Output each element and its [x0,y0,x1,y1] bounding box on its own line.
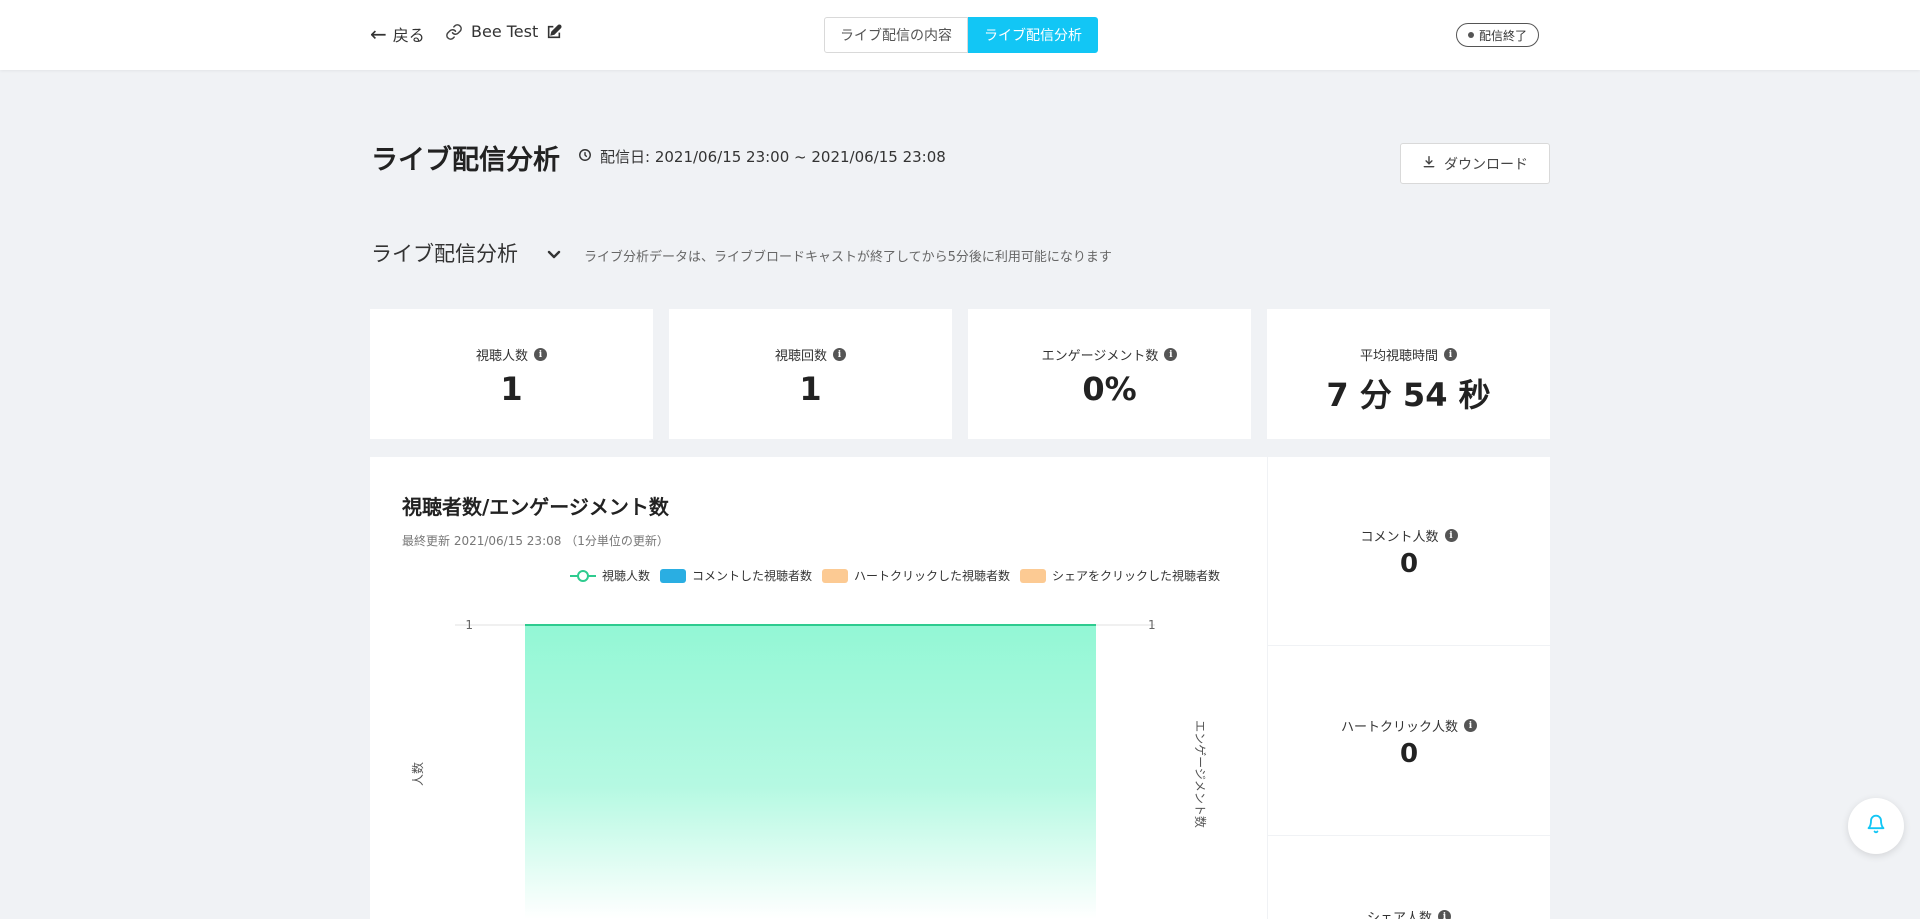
stat-label: 視聴人数 [475,349,528,364]
legend-swatch-icon [822,568,849,583]
legend-swatch-icon [1020,568,1047,583]
legend-item-comments[interactable]: コメントした視聴者数 [660,567,812,584]
viewer-engagement-chart: 1 1 人数 エンゲージメント数 [410,618,1208,919]
stat-card-avg-watch-time: 平均視聴時間 i 7 分 54 秒 [1267,309,1550,439]
broadcast-date-text: 配信日: 2021/06/15 23:00 ~ 2021/06/15 23:08 [600,148,946,166]
view-tabs: ライブ配信の内容 ライブ配信分析 [824,17,1098,53]
project-title: Bee Test [445,22,562,41]
legend-item-shares[interactable]: シェアをクリックした視聴者数 [1020,567,1220,584]
back-button[interactable]: ← 戻る [370,22,425,46]
side-card-shares: シェア人数 i [1268,836,1550,919]
page-title: ライブ配信分析 [371,145,560,176]
info-icon[interactable]: i [534,348,547,361]
notification-button[interactable] [1848,798,1904,854]
stat-value: 7 分 54 秒 [1326,376,1491,414]
legend-item-viewers[interactable]: 視聴人数 [570,567,650,584]
legend-item-hearts[interactable]: ハートクリックした視聴者数 [822,567,1010,584]
side-card-comments: コメント人数 i 0 [1268,457,1550,645]
side-value: 0 [1399,549,1419,579]
legend-label: コメントした視聴者数 [692,569,813,583]
info-icon[interactable]: i [1464,719,1477,732]
chart-legend: 視聴人数 コメントした視聴者数 ハートクリックした視聴者数 シェアをクリックした… [570,567,1220,584]
broadcast-date: 配信日: 2021/06/15 23:00 ~ 2021/06/15 23:08 [578,146,946,167]
status-badge: 配信終了 [1456,23,1540,47]
chart-title: 視聴者数/エンゲージメント数 [402,495,669,519]
download-icon [1422,155,1436,173]
stat-card-viewers: 視聴人数 i 1 [370,309,653,439]
info-icon[interactable]: i [1444,348,1457,361]
clock-icon [578,148,592,166]
status-dot-icon [1468,32,1474,38]
legend-label: シェアをクリックした視聴者数 [1052,569,1221,583]
section-title: ライブ配信分析 [371,242,518,266]
info-icon[interactable]: i [1438,910,1451,919]
tab-live-content[interactable]: ライブ配信の内容 [824,17,968,53]
back-label: 戻る [392,26,425,45]
legend-label: 視聴人数 [602,569,651,583]
bell-icon [1866,814,1886,838]
chart-updated: 最終更新 2021/06/15 23:08 （1分単位の更新） [402,534,669,548]
legend-line-circle-icon [570,569,596,582]
stat-value: 0% [1082,370,1137,408]
tab-live-analysis[interactable]: ライブ配信分析 [968,17,1098,53]
y2-tick-label: 1 [1148,618,1156,632]
section-note: ライブ分析データは、ライブブロードキャストが終了してから5分後に利用可能になりま… [584,250,1112,265]
side-value: 0 [1399,739,1419,769]
arrow-left-icon: ← [370,22,387,46]
y-tick-label: 1 [465,618,473,632]
side-label: シェア人数 [1366,911,1432,919]
legend-label: ハートクリックした視聴者数 [854,569,1011,583]
stat-value: 1 [500,370,523,408]
chevron-down-icon[interactable] [542,242,566,270]
edit-icon[interactable] [546,23,562,40]
chart-panel: 1 1 人数 エンゲージメント数 視聴者数/エンゲージメント数 最終更新 2021/0… [370,457,1267,919]
y2-axis-label: エンゲージメント数 [1193,720,1208,828]
download-label: ダウンロード [1444,156,1528,173]
stat-label: 平均視聴時間 [1359,349,1438,364]
side-card-hearts: ハートクリック人数 i 0 [1268,646,1550,835]
info-icon[interactable]: i [1444,529,1458,542]
stat-card-engagement: エンゲージメント数 i 0% [968,309,1251,439]
viewers-area [525,625,1096,919]
info-icon[interactable]: i [833,348,846,361]
top-header: ← 戻る Bee Test ライブ配信の内容 ライブ配信分析 配信終了 [0,0,1920,70]
legend-swatch-icon [660,568,687,583]
project-name: Bee Test [471,22,539,41]
stat-label: 視聴回数 [774,349,827,364]
side-label: ハートクリック人数 [1340,720,1458,735]
stat-value: 1 [799,370,822,408]
link-icon [445,23,463,41]
stat-card-views: 視聴回数 i 1 [669,309,952,439]
stat-label: エンゲージメント数 [1041,349,1159,364]
side-label: コメント人数 [1360,530,1439,545]
download-button[interactable]: ダウンロード [1400,143,1550,184]
status-label: 配信終了 [1479,28,1528,43]
info-icon[interactable]: i [1164,348,1178,361]
y-axis-label: 人数 [410,762,425,786]
